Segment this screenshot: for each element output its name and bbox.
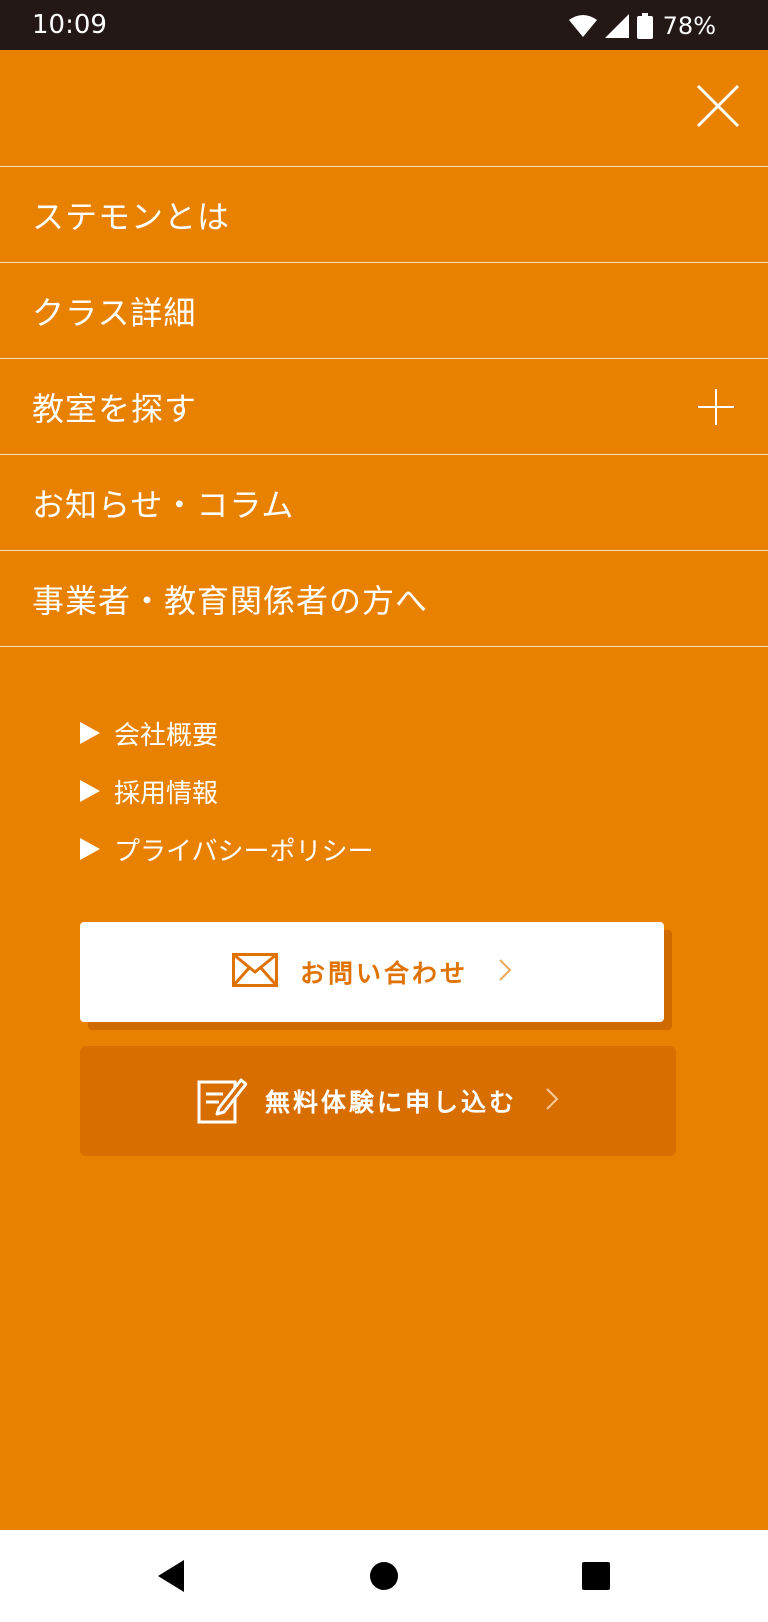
recents-icon[interactable] [578,1558,614,1594]
free-trial-button-label: 無料体験に申し込む [264,1088,517,1117]
system-nav-bar [0,1530,768,1622]
menu-header [0,50,768,166]
battery-icon [636,13,653,39]
nav-item-about[interactable]: ステモンとは [0,167,768,263]
contact-button-label: お問い合わせ [299,959,468,988]
triangle-right-icon [80,722,100,744]
free-trial-button[interactable]: 無料体験に申し込む [80,1046,676,1156]
nav-item-find-classroom[interactable]: 教室を探す [0,359,768,455]
wifi-icon [568,14,597,38]
nav-item-label: 教室を探す [32,389,198,428]
chevron-right-icon [498,958,512,986]
nav-item-class-details[interactable]: クラス詳細 [0,263,768,359]
contact-button[interactable]: お問い合わせ [80,922,664,1022]
sub-link-privacy[interactable]: プライバシーポリシー [80,820,580,878]
status-bar: 10:09 78% [0,0,768,50]
sub-link-company[interactable]: 会社概要 [80,704,580,762]
nav-item-label: 事業者・教育関係者の方へ [32,581,429,620]
back-icon[interactable] [154,1558,190,1594]
pencil-note-icon [197,1074,248,1128]
mail-icon [231,953,278,991]
triangle-right-icon [80,780,100,802]
sub-link-label: プライバシーポリシー [114,836,374,867]
signal-icon [604,14,629,38]
close-icon[interactable] [696,84,740,128]
nav-item-label: クラス詳細 [32,293,197,332]
chevron-right-icon [545,1087,559,1115]
nav-item-for-businesses[interactable]: 事業者・教育関係者の方へ [0,551,768,647]
main-nav: ステモンとは クラス詳細 教室を探す お知らせ・コラム 事業者・教育関係者の方へ [0,166,768,647]
sub-links: 会社概要 採用情報 プライバシーポリシー [80,704,580,878]
battery-level: 78% [662,12,716,40]
sub-link-recruit[interactable]: 採用情報 [80,762,580,820]
sub-link-label: 会社概要 [114,720,219,751]
sub-link-label: 採用情報 [114,778,219,809]
status-icons: 78% [568,11,716,41]
triangle-right-icon [80,838,100,860]
plus-icon[interactable] [698,389,734,425]
nav-item-label: お知らせ・コラム [32,485,295,524]
nav-item-news-column[interactable]: お知らせ・コラム [0,455,768,551]
status-time: 10:09 [32,10,107,40]
home-icon[interactable] [366,1558,402,1594]
nav-item-label: ステモンとは [32,197,231,236]
